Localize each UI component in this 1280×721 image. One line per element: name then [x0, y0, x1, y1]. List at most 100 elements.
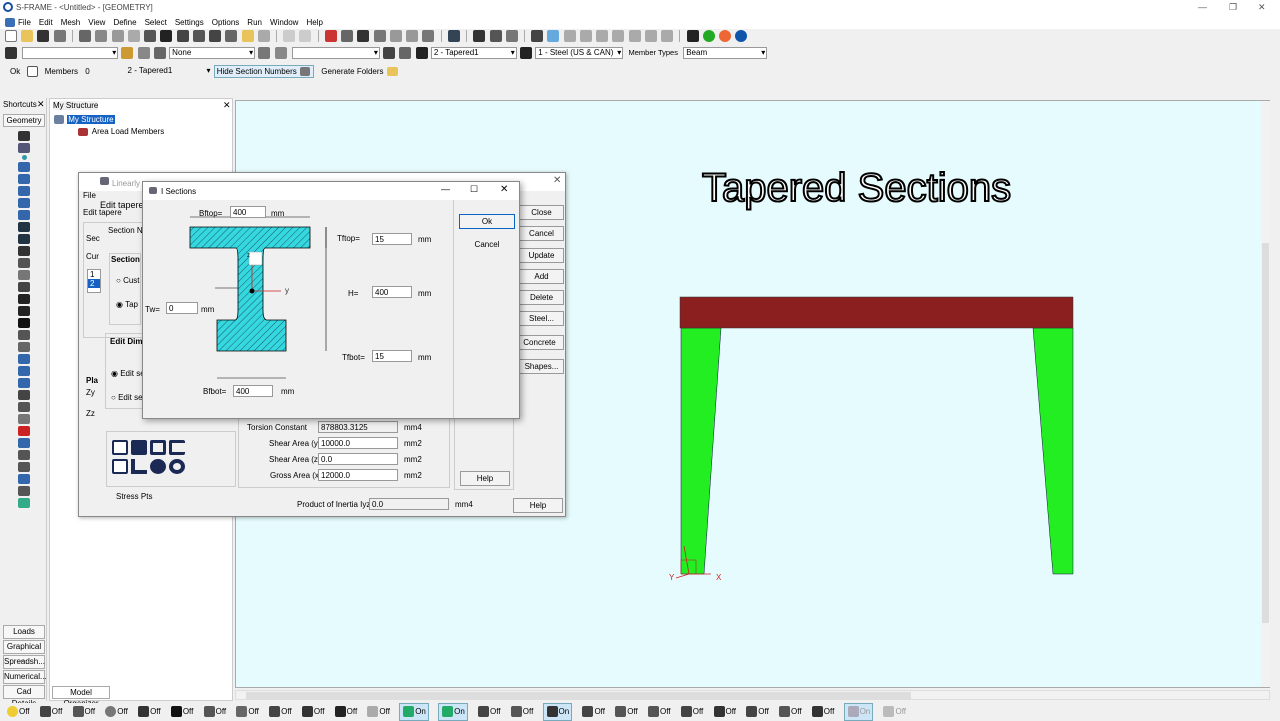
menu-options[interactable]: Options [212, 18, 240, 27]
right-column[interactable] [1032, 327, 1074, 575]
results-icon[interactable] [719, 30, 732, 42]
close-button[interactable]: Close [519, 205, 564, 220]
status-toggle[interactable]: Off [137, 704, 161, 720]
tapered-file-menu[interactable]: File [83, 191, 96, 200]
tftop-field[interactable] [372, 233, 412, 245]
pan-icon[interactable] [373, 30, 386, 42]
bftop-field[interactable] [230, 206, 266, 218]
round-shape-icon[interactable] [150, 459, 166, 474]
level-tool-icon[interactable] [18, 390, 30, 400]
copy-tool-icon[interactable] [18, 474, 30, 484]
filter-tool-icon[interactable] [18, 498, 30, 508]
material-icon[interactable] [520, 47, 533, 59]
tapered-tool-icon[interactable] [18, 234, 30, 244]
release-tool-icon[interactable] [18, 282, 30, 292]
draw5-icon[interactable] [628, 30, 641, 42]
edit-selected-radio[interactable]: ◉ Edit se [111, 369, 145, 378]
menu-file[interactable]: File [18, 18, 31, 27]
menu-mesh[interactable]: Mesh [61, 18, 81, 27]
menu-select[interactable]: Select [145, 18, 167, 27]
material-dropdown[interactable]: 1 - Steel (US & CAN) [535, 47, 624, 59]
shapes-button[interactable]: Shapes... [519, 359, 564, 374]
home-icon[interactable] [383, 47, 396, 59]
tfbot-field[interactable] [372, 350, 412, 362]
add-button[interactable]: Add [519, 269, 564, 284]
grid-icon[interactable] [153, 47, 166, 59]
status-toggle[interactable]: Off [745, 704, 769, 720]
menu-settings[interactable]: Settings [175, 18, 204, 27]
undo-icon[interactable] [283, 30, 296, 42]
top-beam[interactable] [679, 296, 1074, 329]
concrete-button[interactable]: Concrete [515, 335, 564, 350]
list-item[interactable]: 1 [88, 270, 100, 279]
tab-numerical[interactable]: Numerical... [3, 670, 47, 684]
status-toggle[interactable]: On [438, 703, 468, 721]
custom-radio[interactable]: ○ Cust [116, 276, 140, 285]
status-toggle[interactable]: Off [235, 704, 259, 720]
shortcuts-close-icon[interactable]: ✕ [37, 99, 45, 110]
open-icon[interactable] [21, 30, 34, 42]
draw3-icon[interactable] [596, 30, 609, 42]
grid-icon[interactable] [225, 30, 238, 42]
plate-tool-icon[interactable] [18, 318, 30, 328]
hide-section-numbers-button[interactable]: Hide Section Numbers [213, 65, 315, 78]
array-tool-icon[interactable] [18, 450, 30, 460]
status-toggle[interactable]: Off [581, 704, 605, 720]
status-toggle[interactable]: Off [72, 704, 95, 720]
menu-view[interactable]: View [88, 18, 105, 27]
text-icon[interactable] [176, 30, 189, 42]
cancel-button[interactable]: Cancel [519, 226, 564, 241]
tee-shape-icon[interactable] [112, 459, 128, 474]
camera-icon[interactable] [5, 47, 17, 59]
pointer-icon[interactable] [473, 30, 486, 42]
status-toggle[interactable]: On [843, 703, 874, 721]
tab-loads[interactable]: Loads [3, 625, 45, 639]
tools-icon[interactable] [79, 30, 92, 42]
tapered-close-icon[interactable]: ✕ [553, 175, 561, 186]
tree-root[interactable]: My Structure [54, 115, 115, 125]
status-toggle[interactable]: Off [39, 704, 62, 720]
wall-tool-icon[interactable] [18, 246, 30, 256]
status-toggle[interactable]: Off [811, 704, 834, 720]
snap-icon[interactable] [547, 30, 560, 42]
status-toggle[interactable]: Off [510, 704, 533, 720]
frame-tool-icon[interactable] [18, 366, 30, 376]
link-tool-icon[interactable] [18, 210, 30, 220]
menu-help[interactable]: Help [306, 18, 322, 27]
wall3-tool-icon[interactable] [18, 486, 30, 496]
draw7-icon[interactable] [661, 30, 674, 42]
status-toggle[interactable]: Off [301, 704, 324, 720]
restore-button[interactable]: ❐ [1229, 2, 1237, 13]
print-icon[interactable] [53, 30, 66, 42]
minimize-button[interactable]: — [1198, 2, 1207, 12]
delete-button[interactable]: Delete [519, 290, 564, 305]
check-icon[interactable] [27, 66, 39, 77]
tab-graphical[interactable]: Graphical ... [3, 640, 45, 663]
maximize-button[interactable]: ☐ [470, 184, 478, 195]
tw-field[interactable] [166, 302, 198, 314]
cut-icon[interactable] [95, 30, 108, 42]
save-icon[interactable] [37, 30, 50, 42]
analysis-icon[interactable] [702, 30, 715, 42]
solid-tool-icon[interactable] [18, 330, 30, 340]
vertical-scroll-thumb[interactable] [1262, 243, 1269, 623]
point-tool-icon[interactable] [21, 155, 27, 160]
view-dropdown[interactable] [22, 47, 119, 59]
member2-tool-icon[interactable] [18, 174, 30, 184]
box-shape-icon[interactable] [131, 440, 147, 455]
crosshair-icon[interactable] [531, 30, 544, 42]
support-tool-icon[interactable] [18, 258, 30, 268]
section-icon[interactable] [415, 47, 428, 59]
horizontal-scrollbar[interactable] [235, 690, 1270, 700]
status-toggle[interactable]: Off [477, 704, 501, 720]
zoom-icon[interactable] [341, 30, 354, 42]
ok-label[interactable]: Ok [10, 67, 20, 76]
paste-icon[interactable] [127, 30, 140, 42]
pipe-shape-icon[interactable] [169, 459, 185, 474]
member-types-dropdown[interactable]: Beam [683, 47, 768, 59]
shape-icon[interactable] [389, 30, 402, 42]
box-tool-icon[interactable] [18, 342, 30, 352]
status-toggle[interactable]: Off [680, 704, 703, 720]
copy-icon[interactable] [111, 30, 124, 42]
channel-shape-icon[interactable] [169, 440, 185, 455]
